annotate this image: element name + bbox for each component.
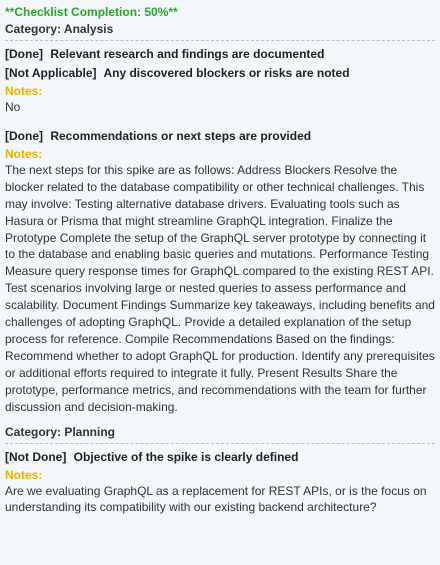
checklist-item: [Not Applicable] Any discovered blockers… (5, 64, 435, 83)
category-divider (5, 442, 435, 444)
notes-label: Notes: (5, 84, 43, 98)
notes-text: The next steps for this spike are as fol… (5, 162, 435, 414)
notes-label: Notes: (5, 146, 43, 161)
checklist-item: [Done] Recommendations or next steps are… (5, 127, 435, 146)
category-analysis-heading: Category: Analysis (5, 22, 114, 36)
checklist-item: [Done] Relevant research and findings ar… (5, 45, 435, 64)
item-status: [Done] (5, 128, 43, 143)
item-status: [Not Applicable] (5, 66, 97, 80)
category-divider (5, 40, 435, 41)
notes-text: No (5, 100, 21, 114)
item-text: Recommendations or next steps are provid… (50, 128, 312, 143)
checklist-panel: **Checklist Completion: 50%** Category: … (0, 0, 440, 516)
category-planning-heading: Category: Planning (5, 424, 116, 439)
checklist-item: [Not Done] Objective of the spike is cle… (5, 448, 435, 467)
item-text: Any discovered blockers or risks are not… (103, 66, 350, 80)
checklist-completion: **Checklist Completion: 50%** (5, 5, 178, 19)
notes-text: Are we evaluating GraphQL as a replaceme… (5, 483, 427, 515)
item-text: Relevant research and findings are docum… (50, 47, 325, 61)
notes-label: Notes: (5, 467, 43, 482)
item-text: Objective of the spike is clearly define… (73, 449, 299, 464)
item-status: [Not Done] (5, 449, 67, 464)
item-status: [Done] (5, 47, 43, 61)
